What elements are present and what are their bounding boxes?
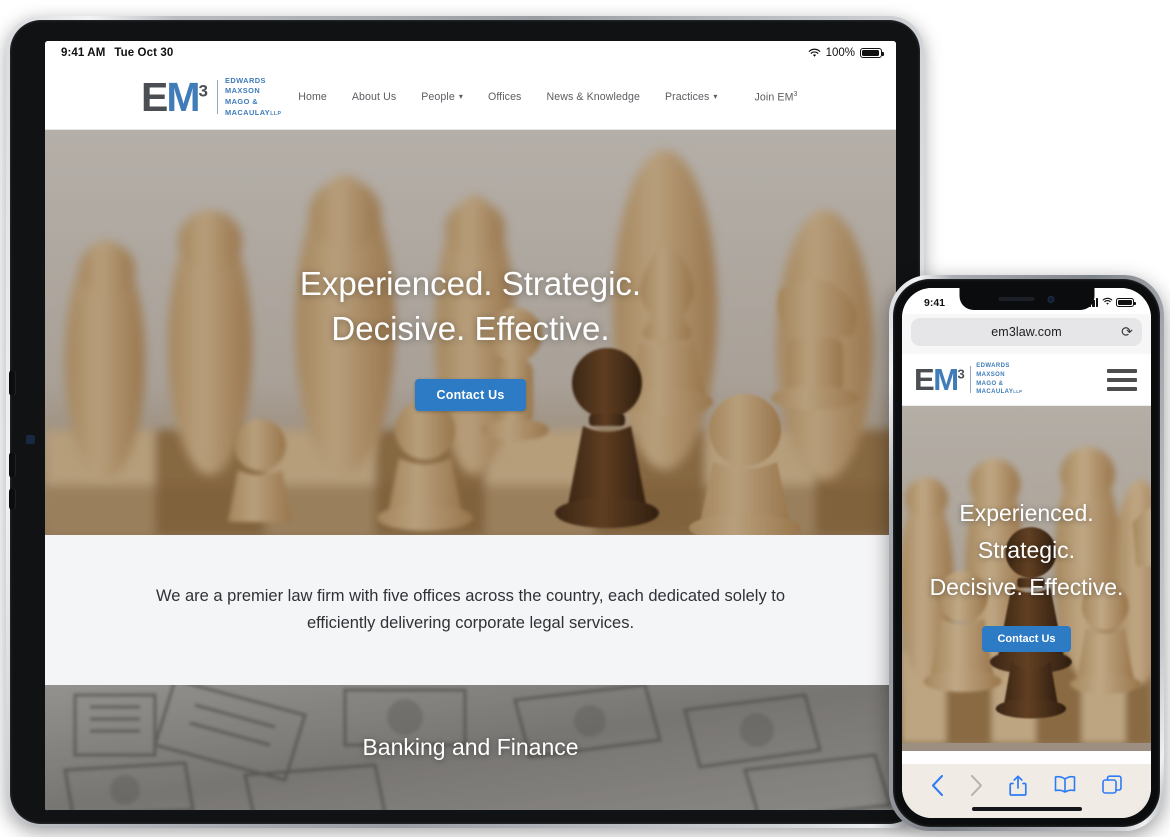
hamburger-menu-icon[interactable] (1107, 368, 1137, 391)
practice-area-title: Banking and Finance (362, 734, 579, 760)
iphone-body: 9:41 em3law.com ⟳ EM3 EDWARDS MAXSON MAG… (893, 279, 1160, 827)
nav-item-practices-label: Practices (664, 91, 710, 103)
nav-item-people-label: People (421, 91, 455, 103)
hero-heading-line-2: Decisive. Effective. (331, 309, 610, 347)
hero-heading-line-1: Experienced. Strategic. (299, 264, 642, 302)
back-button[interactable] (931, 775, 944, 796)
nav-item-about-us[interactable]: About Us (339, 91, 408, 103)
ipad-status-bar: 9:41 AM Tue Oct 30 100% (45, 41, 896, 65)
nav-item-join-superscript: 3 (793, 90, 798, 98)
nav-item-offices[interactable]: Offices (475, 91, 533, 103)
mobile-logo-suffix: LLP (1013, 389, 1023, 395)
mobile-site-logo[interactable]: EM3 EDWARDS MAXSON MAGO & MACAULAYLLP (914, 362, 1022, 397)
wifi-icon (1102, 297, 1113, 309)
ipad-volume-down-button[interactable] (9, 452, 16, 478)
mobile-logo-line-4: MACAULAY (976, 389, 1014, 396)
ipad-device: 9:41 AM Tue Oct 30 100% EM3 EDWARDS MAXS… (6, 16, 924, 828)
mobile-logo-line-1: EDWARDS (976, 363, 1010, 370)
mobile-contact-us-button[interactable]: Contact Us (982, 626, 1071, 653)
site-header: EM3 EDWARDS MAXSON MAGO & MACAULAYLLP Ho… (45, 65, 896, 130)
status-time: 9:41 AM (61, 47, 106, 59)
logo-line-2: MAXSON (224, 86, 261, 96)
iphone-device: 9:41 em3law.com ⟳ EM3 EDWARDS MAXSON MAG… (889, 275, 1164, 831)
chevron-down-icon: ▾ (713, 92, 718, 101)
wifi-icon (808, 48, 821, 58)
ipad-side-button[interactable] (9, 488, 16, 510)
ipad-footer-strip (45, 810, 896, 811)
mobile-logo-divider (970, 366, 972, 393)
logo-line-4: MACAULAY (224, 107, 271, 117)
forward-button (970, 775, 983, 796)
logo-superscript: 3 (198, 80, 208, 100)
nav-item-news-and-knowledge[interactable]: News & Knowledge (534, 91, 652, 103)
nav-item-join-em3[interactable]: Join EM3 (742, 91, 810, 104)
chevron-down-icon: ▾ (458, 92, 463, 101)
mobile-hero-section: Experienced. Strategic. Decisive. Effect… (902, 406, 1151, 751)
mobile-hero-content: Experienced. Strategic. Decisive. Effect… (902, 406, 1151, 751)
ipad-screen: 9:41 AM Tue Oct 30 100% EM3 EDWARDS MAXS… (45, 41, 896, 811)
battery-full-icon (860, 47, 885, 59)
logo-wordmark: EDWARDS MAXSON MAGO & MACAULAYLLP (225, 76, 281, 119)
intro-section: We are a premier law firm with five offi… (45, 535, 896, 685)
front-camera-icon (1047, 295, 1055, 303)
logo-line-3: MAGO & (224, 97, 259, 106)
status-date: Tue Oct 30 (114, 47, 174, 59)
url-text: em3law.com (991, 325, 1062, 339)
mobile-logo-mark: EM3 (914, 362, 965, 397)
ipad-smart-connector (26, 435, 35, 444)
bookmarks-button[interactable] (1054, 775, 1076, 793)
mobile-hero-heading: Experienced. Strategic. Decisive. Effect… (930, 495, 1124, 607)
nav-item-join-label: Join EM (754, 91, 794, 104)
intro-text: We are a premier law firm with five offi… (155, 587, 786, 632)
iphone-screen: 9:41 em3law.com ⟳ EM3 EDWARDS MAXSON MAG… (902, 288, 1151, 818)
mobile-site-header: EM3 EDWARDS MAXSON MAGO & MACAULAYLLP (902, 354, 1151, 406)
safari-address-bar: em3law.com ⟳ (902, 314, 1151, 354)
practice-area-banner[interactable]: Banking and Finance (45, 685, 896, 810)
main-navigation: Home About Us People ▾ Offices News & Kno… (286, 91, 896, 104)
iphone-status-time: 9:41 (924, 296, 946, 309)
reload-icon[interactable]: ⟳ (1121, 324, 1133, 341)
mobile-hero-line-1: Experienced. (959, 499, 1094, 526)
logo-suffix: LLP (270, 110, 282, 117)
logo-divider (216, 80, 218, 114)
ipad-volume-up-button[interactable] (9, 370, 16, 396)
url-field[interactable]: em3law.com ⟳ (911, 318, 1142, 346)
nav-item-people[interactable]: People ▾ (409, 91, 476, 103)
nav-item-practices[interactable]: Practices ▾ (652, 91, 730, 103)
hero-heading: Experienced. Strategic. Decisive. Effect… (300, 262, 641, 352)
contact-us-button[interactable]: Contact Us (414, 379, 527, 412)
battery-percent: 100% (825, 47, 855, 59)
hero-content: Experienced. Strategic. Decisive. Effect… (45, 130, 896, 535)
logo-line-1: EDWARDS (224, 75, 266, 85)
mobile-hero-line-2: Strategic. (977, 536, 1076, 563)
nav-item-home[interactable]: Home (286, 91, 340, 103)
mobile-logo-line-3: MAGO & (976, 380, 1004, 387)
earpiece-speaker-icon (998, 297, 1035, 301)
mobile-hero-line-3: Decisive. Effective. (929, 574, 1124, 601)
site-logo[interactable]: EM3 EDWARDS MAXSON MAGO & MACAULAYLLP (141, 76, 281, 119)
mobile-logo-wordmark: EDWARDS MAXSON MAGO & MACAULAYLLP (976, 362, 1022, 397)
tabs-button[interactable] (1102, 775, 1122, 795)
logo-mark: EM3 (141, 73, 208, 120)
mobile-logo-line-2: MAXSON (976, 371, 1005, 378)
ipad-body: 9:41 AM Tue Oct 30 100% EM3 EDWARDS MAXS… (9, 20, 920, 824)
share-button[interactable] (1009, 775, 1028, 797)
iphone-home-indicator[interactable] (971, 806, 1082, 811)
iphone-notch (959, 288, 1094, 310)
mobile-logo-superscript: 3 (957, 366, 965, 382)
battery-full-icon (1116, 298, 1136, 307)
hero-section: Experienced. Strategic. Decisive. Effect… (45, 130, 896, 535)
